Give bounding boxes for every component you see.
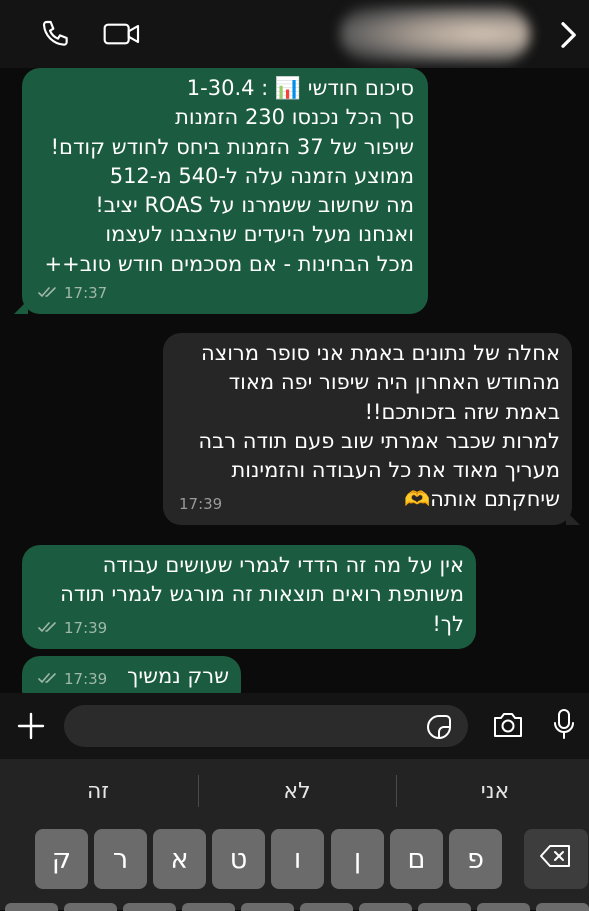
- suggestion-3[interactable]: אני: [397, 759, 589, 823]
- message-time: 17:39: [64, 669, 108, 688]
- key-pe[interactable]: פ: [449, 829, 502, 889]
- suggestion-2[interactable]: לא: [199, 759, 395, 823]
- message-text: סיכום חודשי 📊 : 1-30.4 סך הכל נכנסו 230 …: [44, 76, 414, 276]
- composer-bar: [0, 693, 589, 759]
- message-bubble[interactable]: סיכום חודשי 📊 : 1-30.4 סך הכל נכנסו 230 …: [14, 68, 428, 314]
- message-time: 17:39: [64, 618, 108, 637]
- message-meta: 17:39: [38, 665, 107, 693]
- double-check-icon: [38, 279, 60, 308]
- key-final-mem[interactable]: ם: [390, 829, 443, 889]
- key-qof[interactable]: ק: [35, 829, 88, 889]
- sticker-icon[interactable]: [425, 713, 453, 745]
- key-vav[interactable]: ו: [271, 829, 324, 889]
- backspace-key[interactable]: [524, 829, 588, 889]
- message-meta: 17:37: [38, 279, 107, 308]
- message-time: 17:37: [64, 283, 108, 302]
- message-meta: 17:39: [38, 614, 107, 643]
- contact-avatar[interactable]: [340, 6, 530, 62]
- message-bubble[interactable]: אין על מה זה הדדי לגמרי שעושים עבודה משו…: [22, 545, 476, 649]
- backspace-icon: [539, 843, 573, 876]
- message-time: 17:39: [179, 494, 223, 513]
- video-icon[interactable]: [102, 18, 142, 54]
- plus-icon[interactable]: [16, 711, 46, 745]
- double-check-icon: [38, 614, 60, 643]
- camera-icon[interactable]: [491, 710, 525, 744]
- suggestion-1[interactable]: זה: [0, 759, 196, 823]
- key-resh[interactable]: ר: [94, 829, 147, 889]
- key-final-nun[interactable]: ן: [331, 829, 384, 889]
- key-tet[interactable]: ט: [212, 829, 265, 889]
- chevron-right-icon[interactable]: [556, 20, 580, 54]
- chat-header: [0, 0, 589, 68]
- message-input[interactable]: [64, 705, 468, 747]
- key-alef[interactable]: א: [153, 829, 206, 889]
- message-meta: 17:39: [179, 490, 222, 519]
- keyboard: זה לא אני ק ר א ט ו ן ם פ: [0, 759, 589, 911]
- message-text: אחלה של נתונים באמת אני סופר מרוצה מהחוד…: [198, 341, 560, 512]
- message-bubble[interactable]: שרק נמשיך 17:39: [22, 656, 241, 693]
- message-list[interactable]: סיכום חודשי 📊 : 1-30.4 סך הכל נכנסו 230 …: [0, 68, 589, 693]
- double-check-icon: [38, 665, 60, 693]
- message-bubble[interactable]: אחלה של נתונים באמת אני סופר מרוצה מהחוד…: [163, 333, 580, 525]
- microphone-icon[interactable]: [551, 707, 577, 747]
- phone-icon[interactable]: [40, 18, 72, 54]
